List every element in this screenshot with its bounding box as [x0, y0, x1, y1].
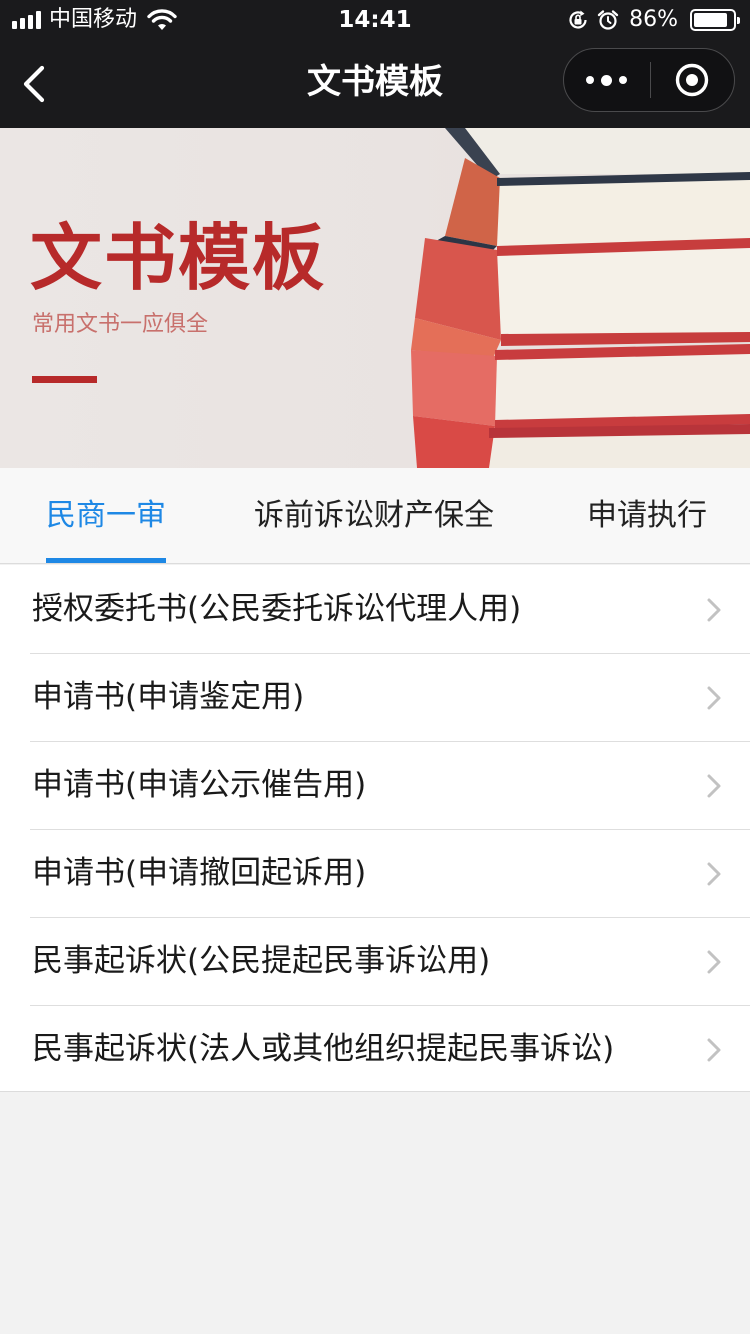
chevron-right-icon — [707, 774, 721, 798]
list-item[interactable]: 申请书(申请撤回起诉用) — [0, 829, 750, 917]
list-item[interactable]: 申请书(申请公示催告用) — [0, 741, 750, 829]
close-miniprogram-button[interactable] — [651, 49, 735, 111]
list-item-label: 民事起诉状(法人或其他组织提起民事诉讼) — [32, 1031, 615, 1067]
banner: 文书模板 常用文书一应俱全 — [0, 128, 750, 468]
list-item[interactable]: 民事起诉状(公民提起民事诉讼用) — [0, 917, 750, 1005]
chevron-right-icon — [707, 598, 721, 622]
books-image — [411, 128, 750, 468]
tab-property-preservation[interactable]: 诉前诉讼财产保全 — [254, 468, 494, 564]
list-item-label: 民事起诉状(公民提起民事诉讼用) — [32, 943, 491, 979]
top-bar: 中国移动 14:41 86% 文书模板 — [0, 0, 750, 128]
list-item-label: 授权委托书(公民委托诉讼代理人用) — [32, 591, 522, 627]
banner-title: 文书模板 — [30, 215, 327, 300]
status-bar: 中国移动 14:41 86% — [0, 0, 750, 40]
more-dots-icon — [619, 76, 628, 84]
target-circle-icon — [676, 63, 709, 97]
banner-accent-bar — [32, 376, 97, 383]
list-item-label: 申请书(申请公示催告用) — [32, 767, 367, 803]
category-tabs: 民商一审 诉前诉讼财产保全 申请执行 — [0, 468, 750, 564]
list-item-label: 申请书(申请鉴定用) — [32, 679, 305, 715]
nav-bar: 文书模板 — [0, 40, 750, 128]
battery-percent: 86% — [629, 7, 678, 32]
rotation-lock-icon — [569, 10, 587, 29]
list-item[interactable]: 民事起诉状(法人或其他组织提起民事诉讼) — [0, 1005, 750, 1093]
more-dots-icon — [601, 74, 613, 86]
more-button[interactable] — [564, 49, 650, 111]
battery-icon — [690, 9, 740, 31]
chevron-right-icon — [707, 1038, 721, 1062]
banner-subtitle: 常用文书一应俱全 — [32, 312, 209, 337]
list-item-label: 申请书(申请撤回起诉用) — [32, 855, 367, 891]
chevron-right-icon — [707, 862, 721, 886]
chevron-right-icon — [707, 686, 721, 710]
chevron-right-icon — [707, 950, 721, 974]
battery-fill — [694, 13, 727, 27]
list-item[interactable]: 授权委托书(公民委托诉讼代理人用) — [0, 565, 750, 653]
menu-capsule — [563, 48, 735, 112]
status-right: 86% — [567, 6, 740, 34]
document-list: 授权委托书(公民委托诉讼代理人用) 申请书(申请鉴定用) 申请书(申请公示催告用… — [0, 565, 750, 1092]
tab-apply-execution[interactable]: 申请执行 — [587, 468, 707, 564]
tab-minshang-yishen[interactable]: 民商一审 — [46, 468, 166, 564]
active-tab-indicator — [46, 558, 166, 563]
alarm-icon — [597, 10, 619, 30]
more-dots-icon — [586, 76, 595, 84]
list-item[interactable]: 申请书(申请鉴定用) — [0, 653, 750, 741]
